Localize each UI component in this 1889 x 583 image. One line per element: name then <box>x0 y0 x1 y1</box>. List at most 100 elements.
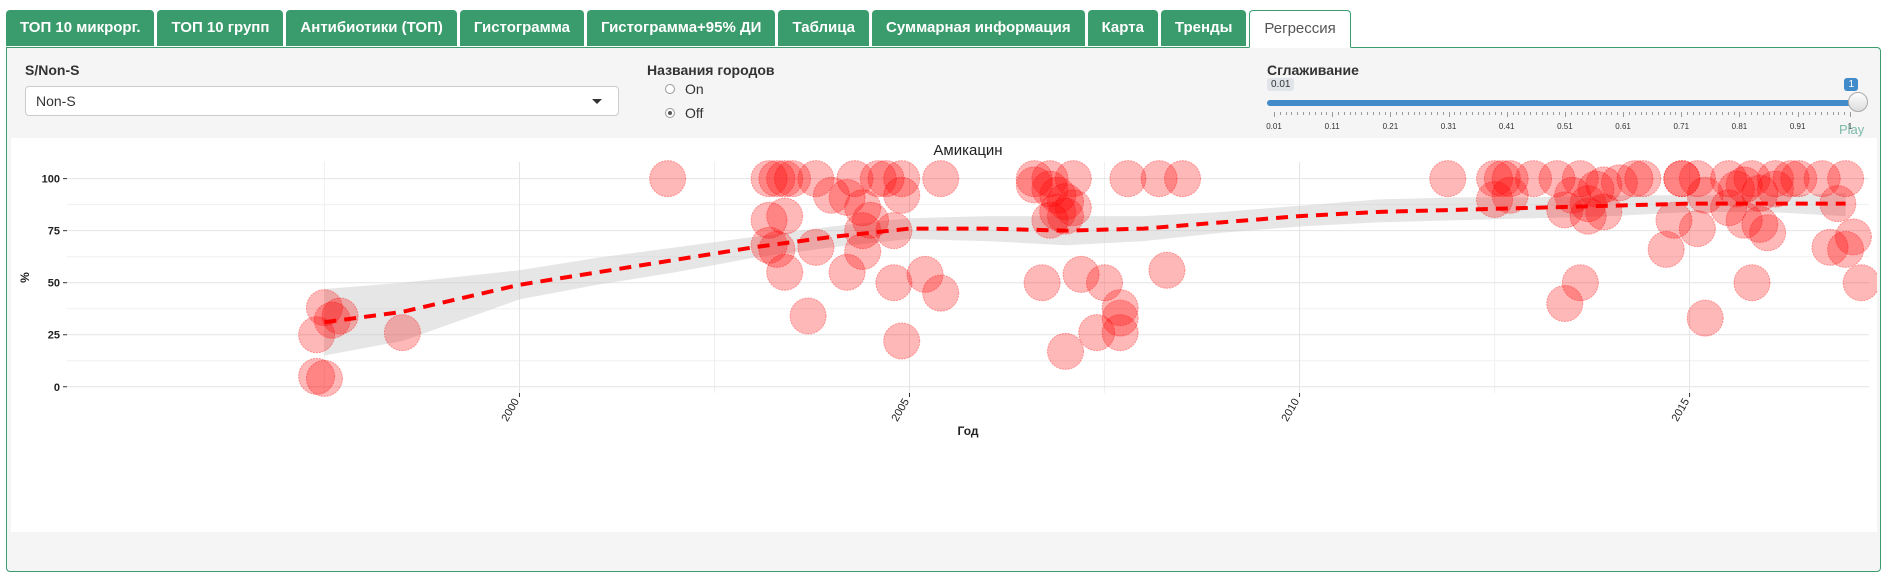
data-point <box>875 264 913 302</box>
radio-on-circle[interactable] <box>665 84 675 94</box>
tab-8[interactable]: Тренды <box>1160 10 1247 46</box>
slider-tick <box>1419 112 1421 115</box>
slider-tick <box>1460 112 1462 115</box>
slider-tick-label: 0.11 <box>1324 122 1340 131</box>
slider-track[interactable] <box>1267 100 1857 106</box>
slider-tick <box>1727 112 1729 115</box>
tab-5[interactable]: Таблица <box>778 10 869 46</box>
data-point <box>1109 160 1147 198</box>
slider-tick <box>1308 112 1310 115</box>
slider-tick <box>1751 112 1753 115</box>
slider-tick <box>1372 112 1374 115</box>
slider-tick <box>1524 112 1526 115</box>
data-point <box>1842 264 1880 302</box>
tab-1[interactable]: ТОП 10 групп <box>157 10 284 46</box>
x-tick-label: 2005 <box>889 397 912 424</box>
slider-tick <box>1442 112 1444 115</box>
slider-tick <box>1326 112 1328 115</box>
data-point <box>1616 160 1654 198</box>
slider-tick <box>1780 112 1782 115</box>
slider-tick <box>1384 112 1386 115</box>
data-point <box>1101 314 1139 352</box>
slider-tick <box>1338 112 1339 115</box>
slider-tick <box>1291 112 1293 115</box>
slider-tick <box>1518 112 1520 115</box>
slider-tick <box>1390 112 1392 117</box>
slider-tick <box>1710 112 1712 115</box>
data-point <box>1561 264 1599 302</box>
tab-9[interactable]: Регрессия <box>1249 10 1351 48</box>
data-point <box>1647 230 1685 268</box>
scatter-chart: 0 25 50 75 100 2000 2005 2010 2015 Амикацин Год% <box>18 142 1880 438</box>
slider-tick <box>1588 112 1590 115</box>
slider-tick-label: 0.31 <box>1440 122 1457 131</box>
data-point <box>649 160 687 198</box>
slider-tick <box>1279 112 1281 115</box>
chevron-down-icon <box>592 99 602 104</box>
slider-tick <box>1623 112 1625 117</box>
slider-tick <box>1768 112 1770 115</box>
slider-tick <box>1832 112 1834 115</box>
y-tick-label: 0 <box>54 382 60 394</box>
data-point <box>1047 332 1085 370</box>
slider-tick <box>1582 112 1584 115</box>
slider-tick <box>1745 112 1747 115</box>
slider-tick <box>1559 112 1561 115</box>
data-point <box>1749 214 1787 252</box>
slider-tick <box>1500 112 1502 115</box>
slider-tick <box>1535 112 1537 115</box>
x-tick-label: 2015 <box>1670 397 1693 424</box>
slider-tick <box>1663 112 1665 115</box>
slider-tick <box>1425 112 1427 115</box>
slider-tick-label: 0.61 <box>1615 122 1631 131</box>
slider-tick <box>1402 112 1403 115</box>
tab-6[interactable]: Суммарная информация <box>872 10 1085 46</box>
slider-tick <box>1850 112 1851 117</box>
slider-handle[interactable] <box>1848 92 1868 112</box>
x-axis-label: Год <box>958 424 979 438</box>
data-point <box>883 176 921 214</box>
x-tick-label: 2010 <box>1280 397 1303 424</box>
smoothing-label: Сглаживание <box>1267 62 1359 78</box>
slider-tick <box>1722 112 1723 115</box>
snons-select[interactable]: Non-S <box>25 86 619 116</box>
tab-3[interactable]: Гистограмма <box>459 10 584 46</box>
slider-tick <box>1349 112 1351 115</box>
slider-tick <box>1733 112 1735 115</box>
radio-off-label: Off <box>685 105 704 121</box>
play-button[interactable]: Play <box>1839 122 1878 137</box>
tab-7[interactable]: Карта <box>1087 10 1158 46</box>
slider-tick <box>1378 112 1380 115</box>
slider-tick <box>1617 112 1619 115</box>
snons-select-value: Non-S <box>36 93 76 109</box>
slider-tick <box>1599 112 1601 115</box>
radio-off-circle[interactable] <box>665 108 675 118</box>
slider-tick <box>1396 112 1398 115</box>
slider-tick <box>1343 112 1345 115</box>
slider-tick <box>1652 112 1654 115</box>
slider-tick <box>1611 112 1613 115</box>
slider-tick <box>1797 112 1799 117</box>
slider-tick <box>1826 112 1828 115</box>
tab-0[interactable]: ТОП 10 микрорг. <box>6 10 155 46</box>
tab-2[interactable]: Антибиотики (ТОП) <box>286 10 457 46</box>
slider-tick <box>1838 112 1840 115</box>
data-point <box>797 228 835 266</box>
slider-tick <box>1436 112 1438 115</box>
regression-plot: 0 25 50 75 100 2000 2005 2010 2015 Амикацин Год% <box>11 138 1880 532</box>
slider-tick <box>1786 112 1787 115</box>
radio-on[interactable]: On <box>665 81 704 97</box>
tab-4[interactable]: Гистограмма+95% ДИ <box>586 10 776 46</box>
slider-tick-label: 0.01 <box>1266 122 1282 131</box>
radio-off[interactable]: Off <box>665 105 703 121</box>
slider-tick <box>1594 112 1595 115</box>
slider-tick <box>1646 112 1648 115</box>
slider-tick <box>1332 112 1334 117</box>
slider-tick-label: 0.51 <box>1557 122 1573 131</box>
slider-tick <box>1634 112 1636 115</box>
slider-tick <box>1361 112 1363 115</box>
slider-tick <box>1553 112 1555 115</box>
data-point <box>305 359 343 397</box>
snons-label: S/Non-S <box>25 62 80 78</box>
smoothing-slider[interactable]: 0.01 1 0.01 0.11 0.21 0.31 0.41 0.51 0.61 0.71 0… <box>1266 78 1872 138</box>
